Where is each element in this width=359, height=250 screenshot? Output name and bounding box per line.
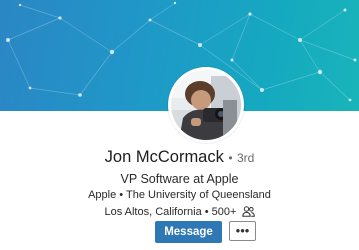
location: Los Altos, California bbox=[104, 206, 202, 218]
profile-name: Jon McCormack bbox=[104, 148, 224, 166]
connections-count[interactable]: 500+ bbox=[212, 206, 237, 218]
company-education-row: Apple • The University of Queensland bbox=[0, 188, 359, 202]
degree-separator: • bbox=[228, 151, 233, 165]
avatar[interactable] bbox=[168, 67, 244, 143]
more-actions-button[interactable]: ••• bbox=[229, 221, 256, 241]
people-icon bbox=[241, 206, 255, 221]
education[interactable]: The University of Queensland bbox=[126, 189, 271, 201]
profile-card: Jon McCormack • 3rd VP Software at Apple… bbox=[0, 0, 359, 250]
profile-actions: Message ••• bbox=[0, 221, 359, 243]
profile-photo bbox=[171, 70, 241, 140]
message-button[interactable]: Message bbox=[155, 221, 222, 243]
location-row: Los Altos, California • 500+ bbox=[0, 205, 359, 221]
connection-degree: 3rd bbox=[236, 151, 255, 165]
profile-headline: VP Software at Apple bbox=[120, 172, 239, 186]
current-company[interactable]: Apple bbox=[88, 189, 116, 201]
name-row: Jon McCormack • 3rd bbox=[0, 147, 359, 168]
location-separator: • bbox=[204, 206, 209, 218]
company-separator: • bbox=[119, 189, 124, 201]
